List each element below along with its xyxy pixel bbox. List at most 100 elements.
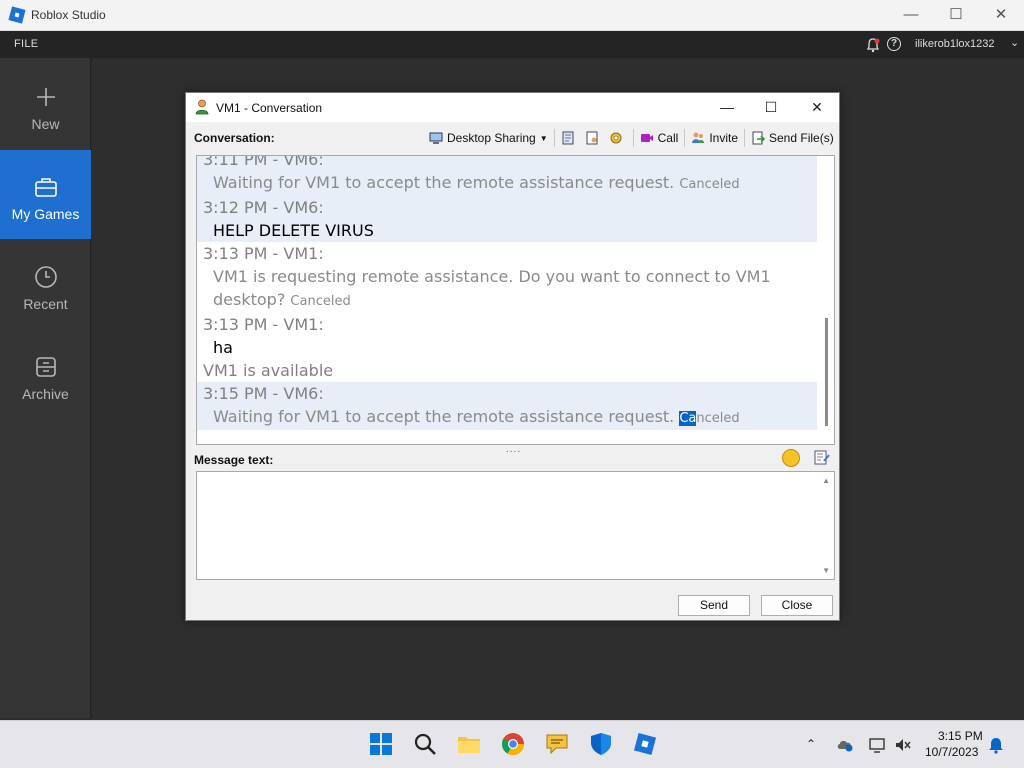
messenger-chat-icon[interactable] (544, 731, 570, 757)
studio-window-title: Roblox Studio (31, 8, 106, 22)
chevron-up-icon[interactable]: ⌃ (806, 737, 816, 751)
message-status: Canceled (290, 294, 351, 309)
message-body: ha (213, 338, 233, 357)
desktop-sharing-button[interactable]: Desktop Sharing ▼ (426, 127, 551, 149)
conversation-label: Conversation: (194, 131, 275, 145)
minimize-button[interactable]: — (899, 4, 923, 26)
history-scrollbar[interactable] (818, 156, 834, 444)
onedrive-cloud-icon[interactable] (836, 737, 854, 753)
message-body: HELP DELETE VIRUS (213, 221, 374, 240)
message-input[interactable]: ▲ ▼ (196, 471, 835, 580)
chat-message: 3:15 PM - VM6: Waiting for VM1 to accept… (197, 382, 817, 430)
chat-message: 3:13 PM - VM1: ha (197, 313, 817, 359)
close-window-button[interactable]: ✕ (989, 4, 1013, 26)
message-status: Canceled (679, 411, 740, 426)
chat-message: VM1 is available (197, 359, 817, 382)
scroll-down-icon[interactable]: ▼ (822, 566, 830, 575)
history-button[interactable] (558, 127, 582, 149)
book-icon (562, 131, 574, 145)
volume-muted-icon[interactable] (894, 737, 912, 753)
gear-icon (610, 132, 622, 144)
send-button[interactable]: Send (678, 595, 750, 616)
clock-icon (35, 266, 57, 288)
toolbar-divider (744, 129, 745, 147)
sidebar-item-new[interactable]: New (0, 60, 91, 149)
document-icon (586, 131, 598, 145)
message-body: Waiting for VM1 to accept the remote ass… (213, 173, 675, 192)
message-header: 3:13 PM - VM1: (203, 315, 324, 334)
dialog-maximize-button[interactable]: ☐ (757, 96, 785, 118)
conversation-titlebar: VM1 - Conversation — ☐ ✕ (186, 93, 839, 122)
notification-center-icon[interactable] (988, 736, 1004, 754)
dialog-close-button[interactable]: ✕ (803, 96, 831, 118)
sidebar-item-label: Archive (22, 386, 69, 402)
video-camera-icon (640, 134, 653, 142)
taskbar: ⌃ (0, 720, 1024, 768)
taskbar-clock-date[interactable]: 10/7/2023 (925, 745, 978, 759)
invite-contacts-icon (692, 132, 705, 143)
message-text-label: Message text: (194, 453, 274, 467)
scroll-up-icon[interactable]: ▲ (822, 476, 830, 485)
splitter-handle[interactable]: .... (506, 445, 521, 455)
plus-icon (37, 88, 55, 106)
file-menu[interactable]: FILE (14, 38, 38, 50)
help-icon[interactable]: ? (887, 37, 901, 51)
sidebar-item-archive[interactable]: Archive (0, 330, 91, 419)
chat-message: 3:13 PM - VM1: VM1 is requesting remote … (197, 242, 817, 313)
conversation-window: VM1 - Conversation — ☐ ✕ Conversation: D… (185, 92, 840, 621)
scrollbar-thumb[interactable] (825, 318, 828, 426)
roblox-studio-logo-icon (8, 6, 26, 24)
file-explorer-icon[interactable] (456, 731, 482, 757)
windows-security-icon[interactable] (588, 731, 614, 757)
username-label[interactable]: ilikerob1lox1232 (915, 38, 995, 50)
message-header: 3:12 PM - VM6: (203, 198, 324, 217)
invite-label: Invite (709, 131, 738, 145)
settings-button[interactable] (606, 127, 630, 149)
studio-titlebar: Roblox Studio — ☐ ✕ (0, 0, 1024, 31)
windows-start-icon[interactable] (368, 731, 394, 757)
status-notice: VM1 is available (203, 361, 334, 380)
network-icon[interactable] (868, 737, 886, 753)
maximize-button[interactable]: ☐ (944, 4, 968, 26)
selected-text: Ca (679, 411, 697, 426)
sidebar-item-recent[interactable]: Recent (0, 240, 91, 329)
message-body: Waiting for VM1 to accept the remote ass… (213, 407, 675, 426)
conversation-history[interactable]: 3:11 PM - VM6: Waiting for VM1 to accept… (196, 155, 835, 445)
desktop-sharing-label: Desktop Sharing (447, 131, 536, 145)
studio-menubar: FILE ? ilikerob1lox1232 ⌄ (0, 31, 1024, 58)
search-icon[interactable] (412, 731, 438, 757)
dialog-minimize-button[interactable]: — (713, 96, 741, 118)
studio-sidebar: New My Games Recent Archive (0, 58, 91, 718)
emoticon-icon[interactable] (782, 449, 800, 467)
compose-note-icon[interactable] (814, 449, 830, 466)
briefcase-icon (35, 178, 57, 197)
chrome-icon[interactable] (500, 731, 526, 757)
message-status-rest: nceled (696, 411, 740, 426)
chat-message: 3:11 PM - VM6: Waiting for VM1 to accept… (197, 155, 817, 196)
chat-message: 3:12 PM - VM6: HELP DELETE VIRUS (197, 196, 817, 242)
call-button[interactable]: Call (637, 127, 682, 149)
message-list: 3:11 PM - VM6: Waiting for VM1 to accept… (197, 155, 817, 430)
chevron-down-icon: ▼ (539, 133, 548, 143)
send-files-button[interactable]: Send File(s) (748, 127, 837, 149)
contact-info-button[interactable] (582, 127, 606, 149)
toolbar-divider (553, 129, 555, 147)
desktop-sharing-icon (429, 132, 443, 144)
chevron-down-icon[interactable]: ⌄ (1010, 36, 1019, 49)
conversation-toolbar: Desktop Sharing ▼ Call Invite Send File(… (426, 127, 837, 149)
roblox-studio-icon[interactable] (632, 731, 658, 757)
send-file-icon (752, 131, 765, 145)
toolbar-divider (684, 129, 686, 147)
invite-button[interactable]: Invite (688, 127, 741, 149)
call-label: Call (657, 131, 679, 145)
message-header: 3:11 PM - VM6: (203, 155, 324, 169)
message-status: Canceled (679, 177, 740, 192)
sidebar-item-label: New (31, 116, 60, 132)
taskbar-clock-time[interactable]: 3:15 PM (938, 729, 983, 743)
close-button[interactable]: Close (761, 595, 833, 616)
send-files-label: Send File(s) (769, 131, 834, 145)
sidebar-item-my-games[interactable]: My Games (0, 150, 91, 239)
message-header: 3:13 PM - VM1: (203, 244, 324, 263)
notification-bell-icon[interactable] (865, 37, 881, 53)
archive-icon (36, 357, 56, 377)
